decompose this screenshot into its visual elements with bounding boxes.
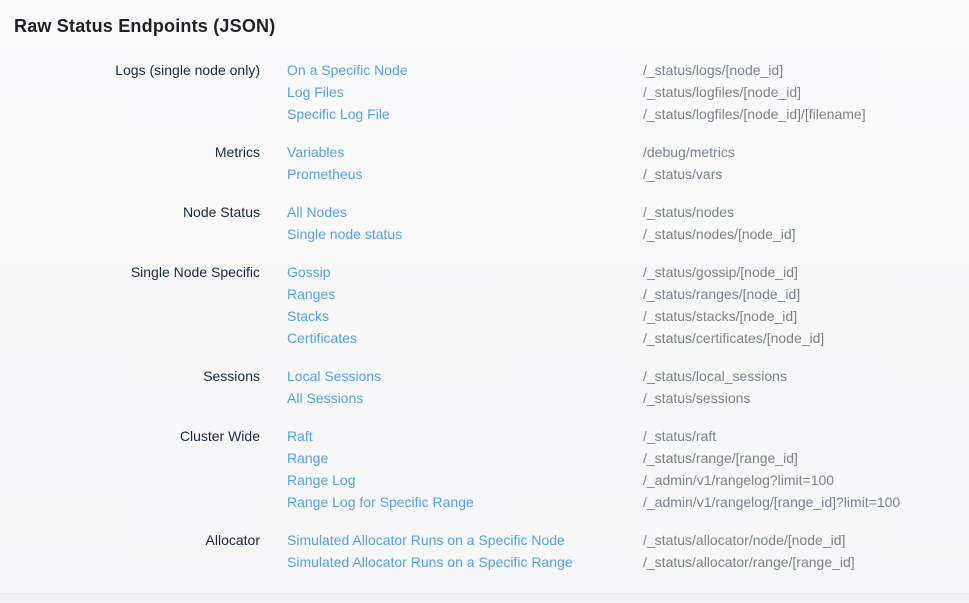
endpoint-row: On a Specific Node/_status/logs/[node_id… xyxy=(287,59,969,81)
endpoint-row: Gossip/_status/gossip/[node_id] xyxy=(287,261,969,283)
endpoint-link[interactable]: Range Log xyxy=(287,469,643,491)
endpoint-path: /_status/allocator/range/[range_id] xyxy=(643,551,855,573)
endpoint-row: Certificates/_status/certificates/[node_… xyxy=(287,327,969,349)
endpoint-rows: Variables/debug/metricsPrometheus/_statu… xyxy=(260,141,969,185)
category-label: Single Node Specific xyxy=(0,261,260,349)
endpoint-path: /_status/range/[range_id] xyxy=(643,447,798,469)
category-label: Allocator xyxy=(0,529,260,573)
endpoint-link[interactable]: Specific Log File xyxy=(287,103,643,125)
endpoint-path: /_status/local_sessions xyxy=(643,365,787,387)
endpoint-link[interactable]: All Nodes xyxy=(287,201,643,223)
endpoint-link[interactable]: Range Log for Specific Range xyxy=(287,491,643,513)
endpoint-path: /_status/raft xyxy=(643,425,716,447)
footer-strip xyxy=(0,593,969,603)
endpoint-path: /_status/logs/[node_id] xyxy=(643,59,783,81)
endpoint-link[interactable]: Gossip xyxy=(287,261,643,283)
category-label: Sessions xyxy=(0,365,260,409)
endpoint-rows: All Nodes/_status/nodesSingle node statu… xyxy=(260,201,969,245)
endpoint-path: /_status/vars xyxy=(643,163,722,185)
category-label: Cluster Wide xyxy=(0,425,260,513)
endpoint-section: Cluster WideRaft/_status/raftRange/_stat… xyxy=(0,425,969,513)
endpoint-link[interactable]: All Sessions xyxy=(287,387,643,409)
endpoints-table: Logs (single node only) On a Specific Nod… xyxy=(0,59,969,573)
endpoint-link[interactable]: Log Files xyxy=(287,81,643,103)
endpoint-path: /_status/stacks/[node_id] xyxy=(643,305,797,327)
endpoint-section: Allocator Simulated Allocator Runs on a S… xyxy=(0,529,969,573)
endpoint-path: /_status/nodes/[node_id] xyxy=(643,223,796,245)
endpoint-section: Logs (single node only) On a Specific Nod… xyxy=(0,59,969,125)
endpoint-link[interactable]: On a Specific Node xyxy=(287,59,643,81)
endpoint-link[interactable]: Prometheus xyxy=(287,163,643,185)
endpoint-row: Single node status/_status/nodes/[node_i… xyxy=(287,223,969,245)
endpoint-rows: Raft/_status/raftRange/_status/range/[ra… xyxy=(260,425,969,513)
category-label: Metrics xyxy=(0,141,260,185)
endpoint-path: /_status/gossip/[node_id] xyxy=(643,261,798,283)
endpoint-link[interactable]: Simulated Allocator Runs on a Specific N… xyxy=(287,529,643,551)
endpoint-row: Prometheus/_status/vars xyxy=(287,163,969,185)
endpoint-row: All Nodes/_status/nodes xyxy=(287,201,969,223)
endpoint-link[interactable]: Range xyxy=(287,447,643,469)
page-title: Raw Status Endpoints (JSON) xyxy=(0,0,969,38)
endpoint-row: Range Log for Specific Range/_admin/v1/r… xyxy=(287,491,969,513)
endpoint-path: /_status/logfiles/[node_id] xyxy=(643,81,801,103)
endpoint-link[interactable]: Certificates xyxy=(287,327,643,349)
endpoint-link[interactable]: Single node status xyxy=(287,223,643,245)
endpoint-path: /_status/allocator/node/[node_id] xyxy=(643,529,845,551)
endpoint-row: Range Log/_admin/v1/rangelog?limit=100 xyxy=(287,469,969,491)
endpoint-section: MetricsVariables/debug/metricsPrometheus… xyxy=(0,141,969,185)
endpoint-link[interactable]: Stacks xyxy=(287,305,643,327)
endpoint-path: /_admin/v1/rangelog/[range_id]?limit=100 xyxy=(643,491,900,513)
endpoint-rows: Gossip/_status/gossip/[node_id]Ranges/_s… xyxy=(260,261,969,349)
endpoint-section: Single Node SpecificGossip/_status/gossi… xyxy=(0,261,969,349)
endpoint-row: Simulated Allocator Runs on a Specific N… xyxy=(287,529,969,551)
endpoint-rows: Local Sessions/_status/local_sessionsAll… xyxy=(260,365,969,409)
endpoint-row: Variables/debug/metrics xyxy=(287,141,969,163)
endpoint-path: /_status/sessions xyxy=(643,387,750,409)
endpoint-path: /_status/ranges/[node_id] xyxy=(643,283,800,305)
endpoint-link[interactable]: Simulated Allocator Runs on a Specific R… xyxy=(287,551,643,573)
endpoint-row: Ranges/_status/ranges/[node_id] xyxy=(287,283,969,305)
endpoint-link[interactable]: Ranges xyxy=(287,283,643,305)
endpoint-row: Stacks/_status/stacks/[node_id] xyxy=(287,305,969,327)
endpoint-row: Simulated Allocator Runs on a Specific R… xyxy=(287,551,969,573)
endpoint-path: /_status/logfiles/[node_id]/[filename] xyxy=(643,103,866,125)
category-label: Logs (single node only) xyxy=(0,59,260,125)
endpoint-path: /_status/certificates/[node_id] xyxy=(643,327,824,349)
endpoint-path: /_admin/v1/rangelog?limit=100 xyxy=(643,469,834,491)
endpoint-row: All Sessions/_status/sessions xyxy=(287,387,969,409)
category-label: Node Status xyxy=(0,201,260,245)
endpoint-row: Specific Log File/_status/logfiles/[node… xyxy=(287,103,969,125)
endpoint-section: Node StatusAll Nodes/_status/nodesSingle… xyxy=(0,201,969,245)
endpoint-row: Log Files/_status/logfiles/[node_id] xyxy=(287,81,969,103)
endpoint-path: /_status/nodes xyxy=(643,201,734,223)
endpoint-rows: Simulated Allocator Runs on a Specific N… xyxy=(260,529,969,573)
endpoint-row: Raft/_status/raft xyxy=(287,425,969,447)
endpoint-rows: On a Specific Node/_status/logs/[node_id… xyxy=(260,59,969,125)
endpoint-link[interactable]: Variables xyxy=(287,141,643,163)
endpoint-link[interactable]: Local Sessions xyxy=(287,365,643,387)
endpoint-section: SessionsLocal Sessions/_status/local_ses… xyxy=(0,365,969,409)
endpoint-path: /debug/metrics xyxy=(643,141,735,163)
endpoint-link[interactable]: Raft xyxy=(287,425,643,447)
endpoint-row: Range/_status/range/[range_id] xyxy=(287,447,969,469)
endpoint-row: Local Sessions/_status/local_sessions xyxy=(287,365,969,387)
